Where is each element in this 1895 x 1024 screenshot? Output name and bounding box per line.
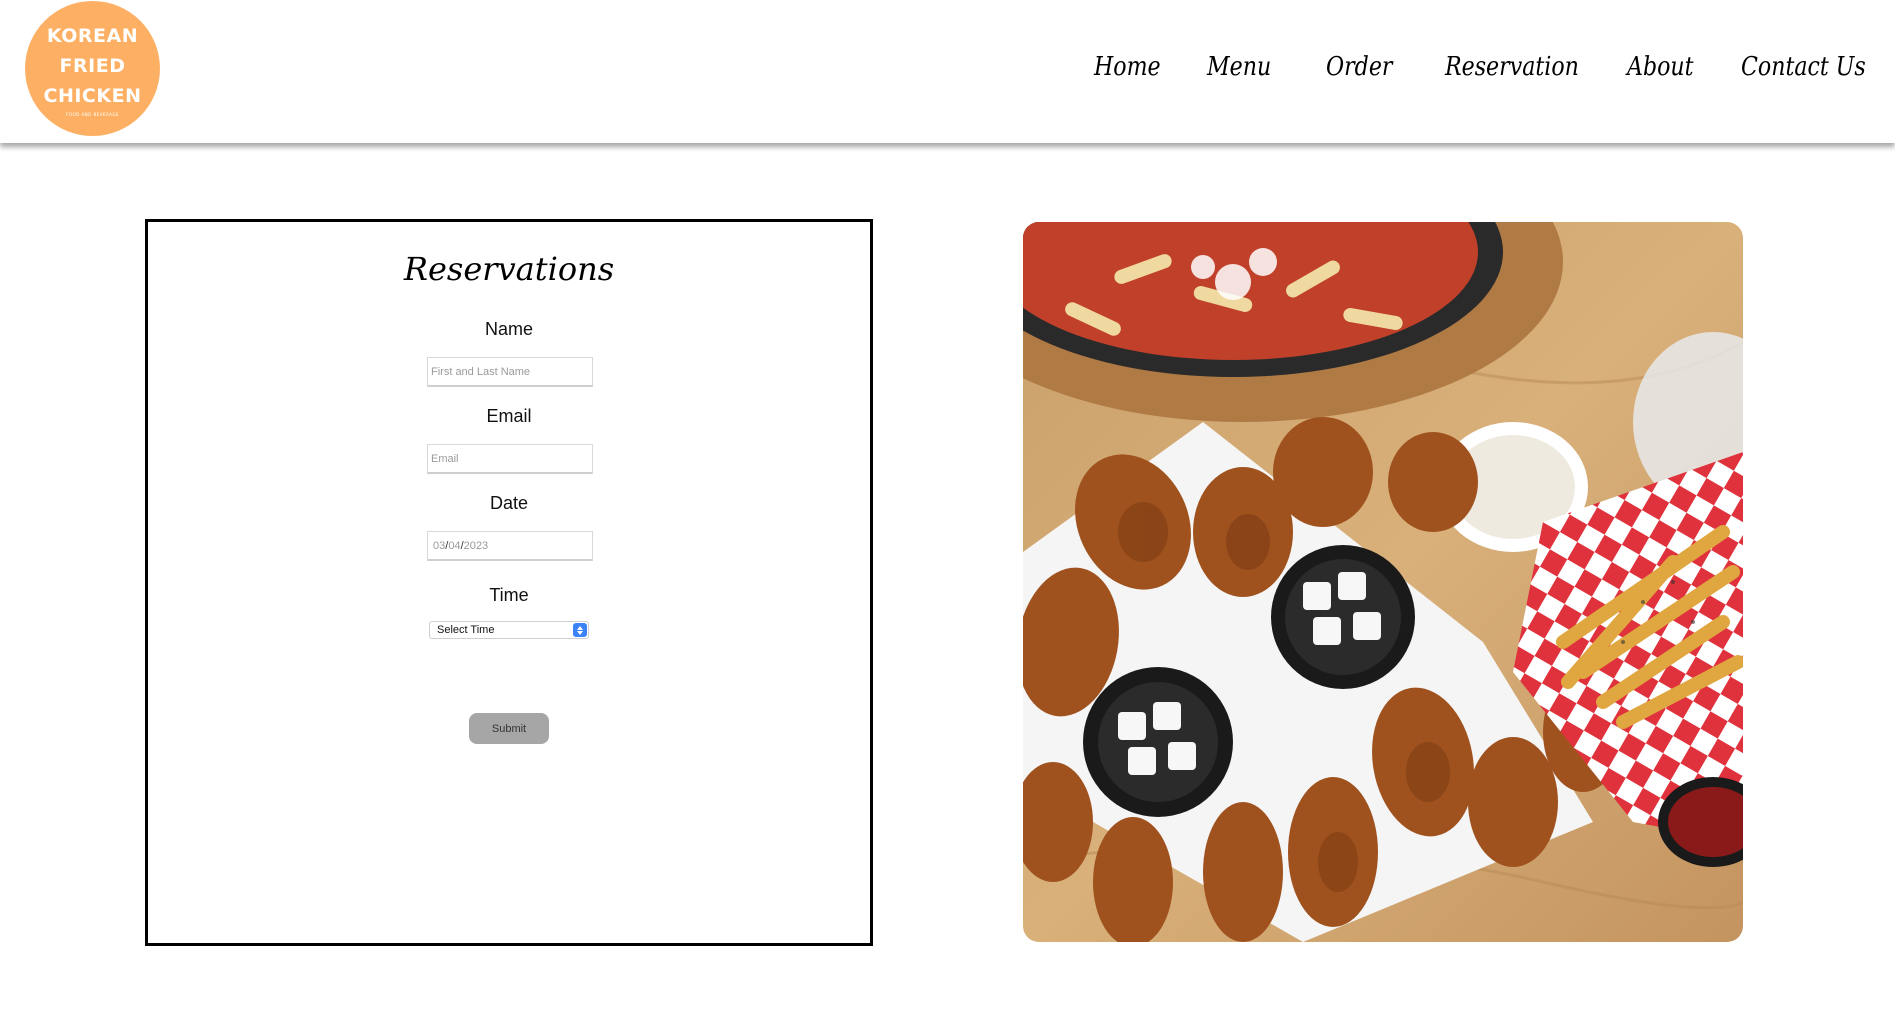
nav-about-link[interactable]: About bbox=[1627, 52, 1694, 82]
nav-reservation-link[interactable]: Reservation bbox=[1445, 52, 1579, 82]
food-photo bbox=[1023, 222, 1743, 942]
name-label: Name bbox=[484, 319, 533, 339]
time-select-value: Select Time bbox=[437, 624, 495, 636]
nav-order-link[interactable]: Order bbox=[1326, 52, 1392, 82]
nav-menu-link[interactable]: Menu bbox=[1207, 52, 1271, 82]
reservation-form-card: Reservations Name Email Date 03/04/2023 … bbox=[145, 219, 873, 946]
date-day[interactable]: 04 bbox=[448, 540, 460, 552]
nav-contact-link[interactable]: Contact Us bbox=[1741, 52, 1866, 82]
time-label: Time bbox=[489, 585, 529, 605]
date-label: Date bbox=[489, 493, 529, 513]
email-label: Email bbox=[486, 406, 532, 426]
nav-home-link[interactable]: Home bbox=[1094, 52, 1161, 82]
logo-tagline: FOOD AND BEVERAGE bbox=[66, 111, 119, 117]
email-input[interactable] bbox=[427, 444, 593, 474]
food-photo-icon bbox=[1023, 222, 1743, 942]
date-month[interactable]: 03 bbox=[433, 540, 445, 552]
form-title: Reservations bbox=[403, 250, 615, 288]
logo-line-1: KOREAN bbox=[46, 24, 139, 47]
site-header: KOREAN FRIED CHICKEN FOOD AND BEVERAGE H… bbox=[0, 0, 1895, 143]
date-year[interactable]: 2023 bbox=[464, 540, 488, 552]
time-select[interactable]: Select Time bbox=[429, 621, 589, 639]
submit-button[interactable]: Submit bbox=[469, 713, 549, 744]
date-input[interactable]: 03/04/2023 bbox=[427, 531, 593, 561]
select-arrows-icon bbox=[573, 623, 587, 637]
main-nav: Home Menu Order Reservation About Contac… bbox=[0, 52, 1895, 92]
name-input[interactable] bbox=[427, 357, 593, 387]
